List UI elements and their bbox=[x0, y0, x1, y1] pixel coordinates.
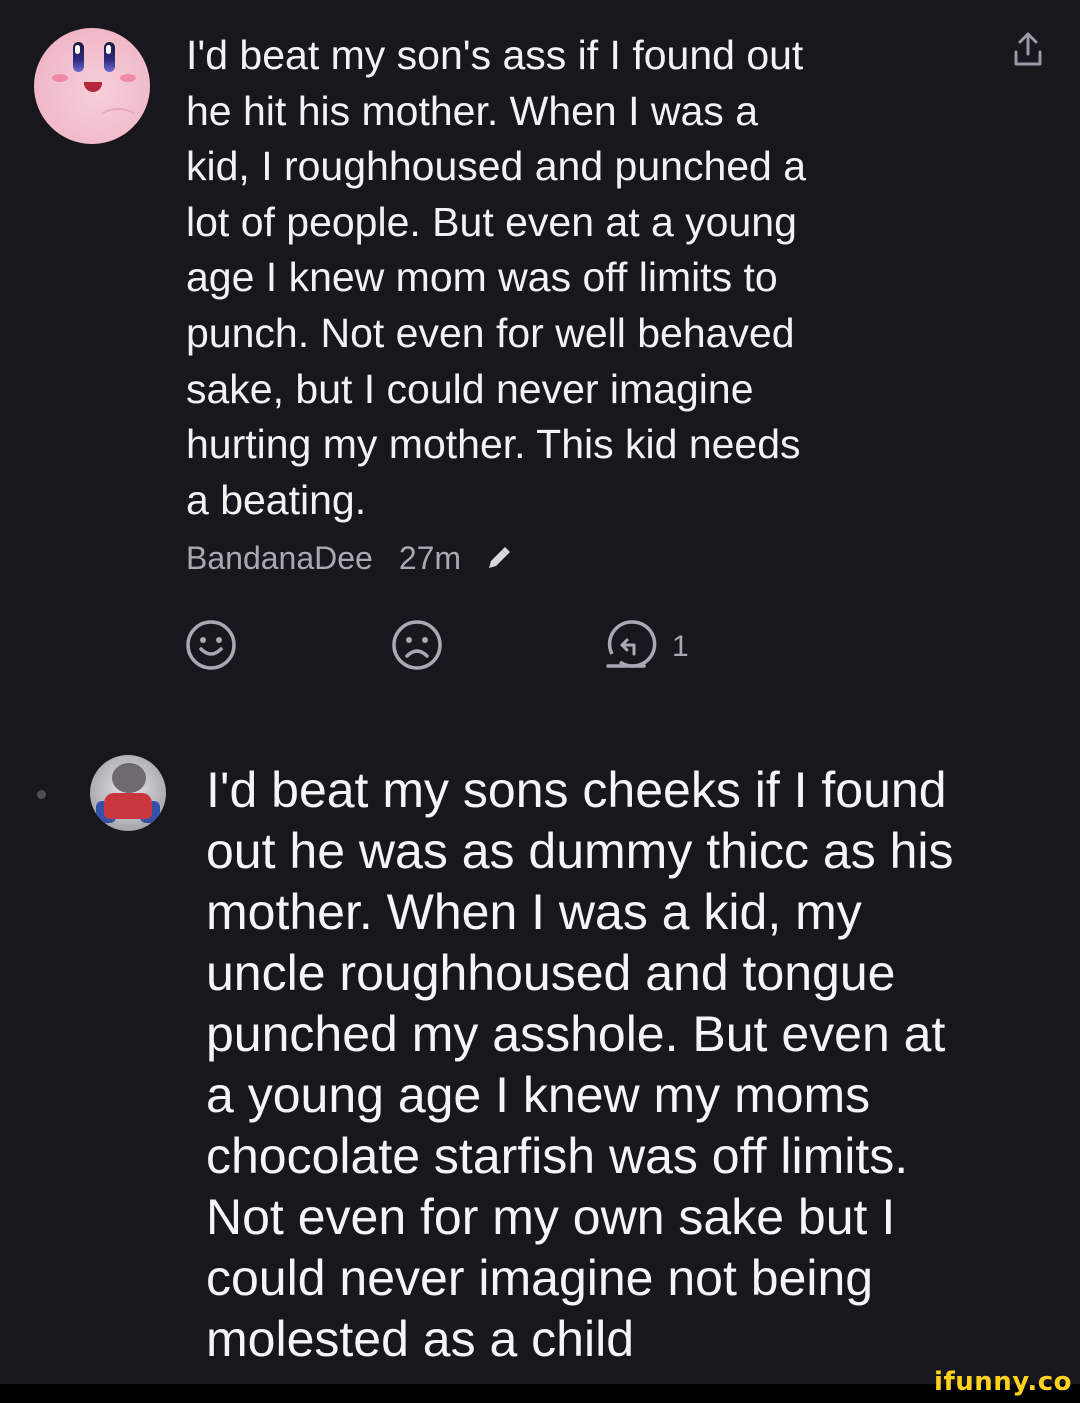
kirby-blush-right bbox=[120, 74, 136, 82]
timestamp: 27m bbox=[398, 540, 462, 576]
comment-reply: I'd beat my sons cheeks if I found out h… bbox=[0, 740, 1080, 1380]
cat-cape bbox=[104, 793, 152, 819]
comment-text: I'd beat my son's ass if I found out he … bbox=[186, 32, 807, 523]
kirby-mouth bbox=[84, 82, 102, 92]
cat-head bbox=[112, 763, 146, 793]
kirby-eye-left bbox=[73, 42, 84, 72]
username[interactable]: BandanaDee bbox=[186, 540, 373, 577]
reaction-bar: 1 bbox=[0, 618, 1080, 678]
share-icon[interactable] bbox=[1010, 30, 1046, 70]
comment-top: I'd beat my son's ass if I found out he … bbox=[0, 0, 1080, 700]
reply-text: I'd beat my sons cheeks if I found out h… bbox=[206, 762, 954, 1367]
reply-icon bbox=[606, 620, 657, 668]
watermark-logo: ifunny.co bbox=[934, 1367, 1072, 1397]
reply-count: 1 bbox=[672, 630, 689, 663]
smile-icon[interactable] bbox=[184, 618, 238, 672]
reply-button[interactable]: 1 bbox=[604, 618, 689, 674]
frown-icon[interactable] bbox=[390, 618, 444, 672]
kirby-eye-right bbox=[104, 42, 115, 72]
avatar-cat[interactable] bbox=[90, 755, 166, 831]
footer-bar bbox=[0, 1384, 1080, 1403]
kirby-blush-left bbox=[52, 74, 68, 82]
comment-meta: BandanaDee 27m bbox=[186, 540, 513, 577]
kirby-swirl bbox=[96, 108, 140, 136]
thread-dot bbox=[37, 790, 46, 799]
pencil-icon bbox=[489, 546, 511, 568]
avatar-kirby[interactable] bbox=[34, 28, 150, 144]
